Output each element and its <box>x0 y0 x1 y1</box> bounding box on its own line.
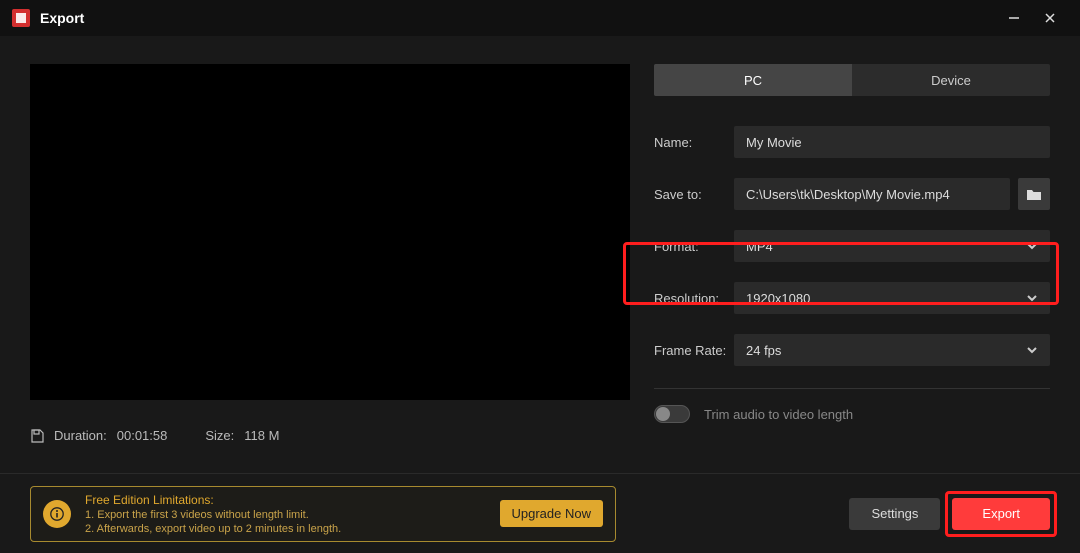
resolution-select[interactable]: 1920x1080 <box>734 282 1050 314</box>
limitations-line2: 2. Afterwards, export video up to 2 minu… <box>85 522 486 536</box>
video-preview <box>30 64 630 400</box>
format-label: Format: <box>654 239 734 254</box>
trim-audio-toggle[interactable] <box>654 405 690 423</box>
limitations-line1: 1. Export the first 3 videos without len… <box>85 508 486 522</box>
tab-device[interactable]: Device <box>852 64 1050 96</box>
format-value: MP4 <box>746 239 773 254</box>
titlebar: Export <box>0 0 1080 36</box>
upgrade-button[interactable]: Upgrade Now <box>500 500 604 527</box>
saveto-input[interactable] <box>734 178 1010 210</box>
browse-folder-button[interactable] <box>1018 178 1050 210</box>
saveto-label: Save to: <box>654 187 734 202</box>
info-icon <box>43 500 71 528</box>
chevron-down-icon <box>1026 344 1038 356</box>
chevron-down-icon <box>1026 292 1038 304</box>
close-button[interactable] <box>1032 0 1068 36</box>
limitations-banner: Free Edition Limitations: 1. Export the … <box>30 486 616 542</box>
duration-label: Duration: <box>54 428 107 443</box>
trim-audio-label: Trim audio to video length <box>704 407 853 422</box>
window-title: Export <box>40 10 84 26</box>
export-button[interactable]: Export <box>952 498 1050 530</box>
framerate-value: 24 fps <box>746 343 781 358</box>
framerate-label: Frame Rate: <box>654 343 734 358</box>
limitations-title: Free Edition Limitations: <box>85 492 486 508</box>
app-icon <box>12 9 30 27</box>
resolution-value: 1920x1080 <box>746 291 810 306</box>
tab-pc[interactable]: PC <box>654 64 852 96</box>
minimize-button[interactable] <box>996 0 1032 36</box>
format-select[interactable]: MP4 <box>734 230 1050 262</box>
divider <box>654 388 1050 389</box>
video-meta: Duration: 00:01:58 Size: 118 M <box>30 428 630 443</box>
name-input[interactable] <box>734 126 1050 158</box>
resolution-label: Resolution: <box>654 291 734 306</box>
name-label: Name: <box>654 135 734 150</box>
duration-value: 00:01:58 <box>117 428 168 443</box>
save-icon <box>30 429 44 443</box>
size-value: 118 M <box>244 428 279 443</box>
chevron-down-icon <box>1026 240 1038 252</box>
framerate-select[interactable]: 24 fps <box>734 334 1050 366</box>
export-target-tabs: PC Device <box>654 64 1050 96</box>
size-label: Size: <box>205 428 234 443</box>
settings-button[interactable]: Settings <box>849 498 940 530</box>
